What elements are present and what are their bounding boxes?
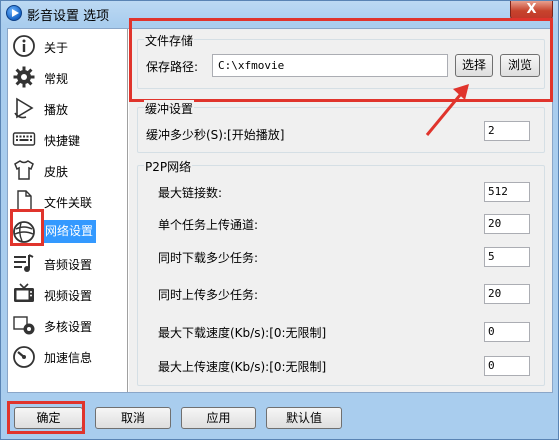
app-logo-icon	[6, 5, 22, 21]
sidebar-item-general[interactable]: 常规	[8, 62, 126, 92]
tv-icon	[14, 283, 34, 302]
button-bar: 确定 取消 应用 默认值	[1, 398, 558, 440]
sidebar-item-label: 多核设置	[44, 320, 93, 334]
sidebar-item-video[interactable]: 视频设置	[8, 279, 126, 309]
active-item-highlight	[10, 209, 44, 246]
sidebar-item-label: 播放	[44, 103, 69, 117]
max-upload-speed-label: 最大上传速度(Kb/s):[0:无限制]	[158, 360, 327, 374]
sidebar-item-label: 文件关联	[44, 196, 93, 210]
annotation-arrow	[425, 84, 469, 136]
concurrent-uploads-input[interactable]: 20	[484, 284, 530, 304]
keyboard-icon	[12, 132, 36, 146]
sidebar-item-label: 关于	[44, 41, 69, 55]
concurrent-downloads-label: 同时下载多少任务:	[158, 251, 259, 265]
max-download-speed-label: 最大下载速度(Kb/s):[0:无限制]	[158, 326, 327, 340]
sidebar: 关于 常规 播放 快捷键 皮肤 文件关联 网络设置 音频设置 视频设置 多核设置…	[8, 29, 128, 392]
p2p-title: P2P网络	[144, 158, 193, 175]
sidebar-item-skin[interactable]: 皮肤	[8, 155, 126, 185]
tshirt-icon	[14, 160, 34, 180]
speedometer-icon	[13, 346, 35, 368]
sidebar-item-acceleration[interactable]: 加速信息	[8, 341, 126, 371]
default-button[interactable]: 默认值	[266, 407, 342, 429]
max-connections-label: 最大链接数:	[158, 186, 223, 200]
window-title: 影音设置 选项	[27, 9, 110, 24]
info-icon	[13, 35, 35, 57]
sidebar-item-label: 音频设置	[44, 258, 93, 272]
ok-highlight-frame	[7, 401, 85, 434]
sidebar-item-label: 加速信息	[44, 351, 93, 365]
p2p-group: P2P网络 最大链接数: 512 单个任务上传通道: 20 同时下载多少任务: …	[137, 158, 545, 386]
concurrent-downloads-input[interactable]: 5	[484, 247, 530, 267]
buffer-seconds-label: 缓冲多少秒(S):[开始播放]	[146, 128, 285, 142]
sidebar-item-about[interactable]: 关于	[8, 31, 126, 61]
cancel-button[interactable]: 取消	[95, 407, 171, 429]
gear-icon	[13, 66, 35, 88]
sidebar-item-label: 视频设置	[44, 289, 93, 303]
sidebar-item-playback[interactable]: 播放	[8, 93, 126, 123]
apply-button[interactable]: 应用	[181, 407, 256, 429]
sidebar-item-hotkeys[interactable]: 快捷键	[8, 124, 126, 154]
sidebar-item-audio[interactable]: 音频设置	[8, 248, 126, 278]
max-connections-input[interactable]: 512	[484, 182, 530, 202]
sidebar-item-label: 常规	[44, 72, 69, 86]
multicore-icon	[13, 316, 35, 335]
sidebar-item-label: 网络设置	[42, 220, 97, 243]
sidebar-item-label: 快捷键	[44, 134, 81, 148]
buffer-title: 缓冲设置	[144, 100, 195, 117]
upload-channels-label: 单个任务上传通道:	[158, 218, 259, 232]
settings-window: 影音设置 选项 X 关于 常规 播放 快捷键 皮肤 文件关联 网络设置 音频设置…	[0, 0, 559, 440]
max-download-speed-input[interactable]: 0	[484, 322, 530, 342]
play-icon	[14, 97, 34, 119]
audio-icon	[14, 254, 34, 272]
sidebar-item-multicore[interactable]: 多核设置	[8, 310, 126, 340]
sidebar-item-label: 皮肤	[44, 165, 69, 179]
concurrent-uploads-label: 同时上传多少任务:	[158, 288, 259, 302]
max-upload-speed-input[interactable]: 0	[484, 356, 530, 376]
upload-channels-input[interactable]: 20	[484, 214, 530, 234]
